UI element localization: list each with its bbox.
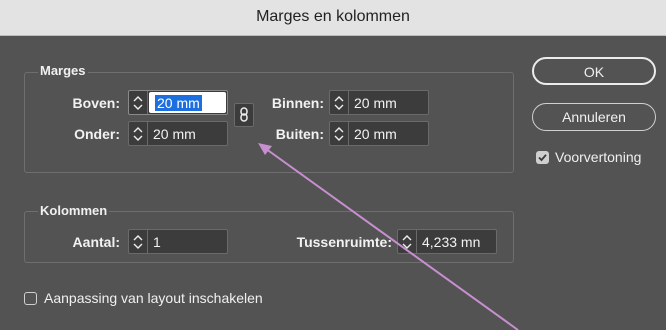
boven-value[interactable]: 20 mm <box>155 95 202 111</box>
margins-columns-dialog: Marges en kolommen Marges Boven: 20 mm O… <box>0 0 666 330</box>
annotation-arrow <box>258 143 519 330</box>
